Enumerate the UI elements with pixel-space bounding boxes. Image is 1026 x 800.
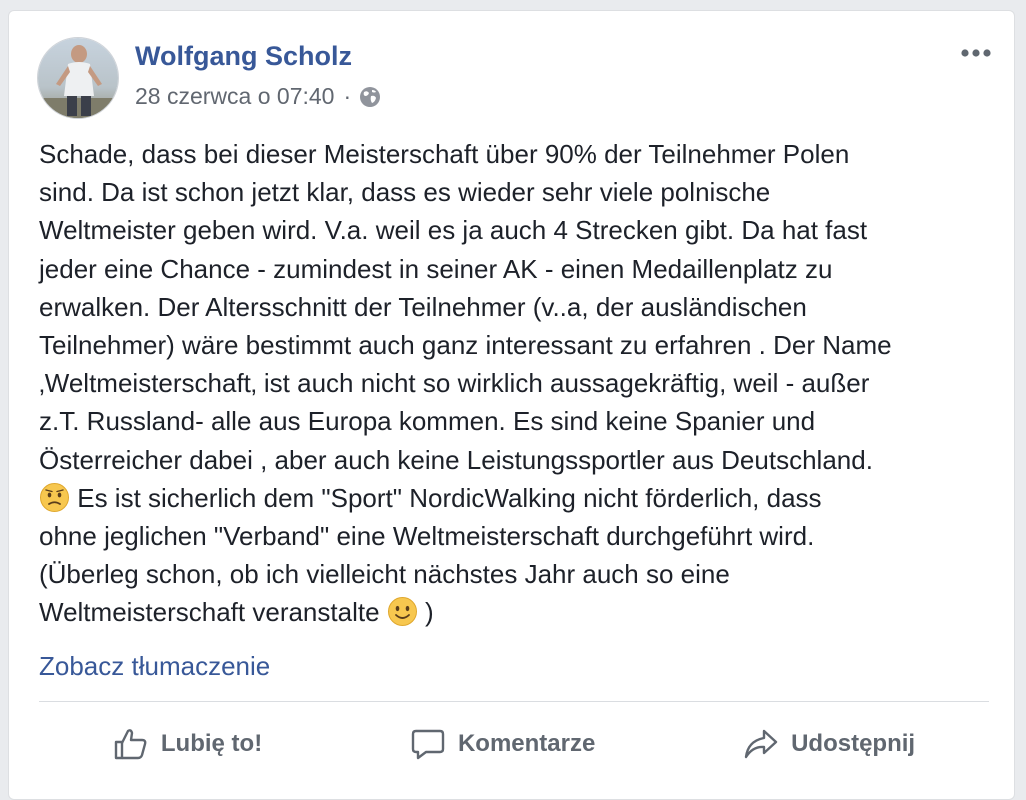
post-text-line: Weltmeister geben wird. V.a. weil es ja … <box>39 215 868 246</box>
see-translation-link[interactable]: Zobacz tłumaczenie <box>39 651 270 682</box>
avatar[interactable] <box>37 37 119 119</box>
post-text-line: Schade, dass bei dieser Meisterschaft üb… <box>39 139 850 169</box>
post-text-line: z.T. Russland- alle aus Europa kommen. E… <box>39 406 816 437</box>
more-options-icon[interactable] <box>956 41 996 65</box>
like-label: Lubię to! <box>160 730 263 757</box>
share-button[interactable]: Udostępnij <box>743 727 915 761</box>
divider <box>39 701 989 702</box>
post-text-line: erwalken. Der Altersschnitt der Teilnehm… <box>39 291 807 322</box>
post-text-line: ohne jeglichen "Verband" eine Weltmeiste… <box>39 521 815 552</box>
post-text-line: (Überleg schon, ob ich vielleicht nächst… <box>39 559 730 590</box>
share-arrow-icon <box>743 727 779 761</box>
action-bar: Lubię to! Komentarze Udostępnij <box>39 714 989 774</box>
post-text-segment: ) <box>417 597 434 628</box>
post-text-segment: Weltmeisterschaft veranstalte <box>39 597 387 628</box>
post-text-line: Es ist sicherlich dem "Sport" NordicWalk… <box>39 479 999 517</box>
post-text-line: ‚Weltmeisterschaft‚ ist auch nicht so wi… <box>39 368 870 399</box>
author-name[interactable]: Wolfgang Scholz <box>135 41 352 72</box>
post-text-line: Teilnehmer) wäre bestimmt auch ganz inte… <box>39 330 892 361</box>
post-meta: 28 czerwca o 07:40 · <box>135 83 381 110</box>
post-card: Wolfgang Scholz 28 czerwca o 07:40 · Sch… <box>8 10 1015 800</box>
comment-button[interactable]: Komentarze <box>410 727 595 761</box>
slightly-smiling-face-emoji <box>387 596 418 627</box>
like-button[interactable]: Lubię to! <box>113 727 262 761</box>
post-timestamp[interactable]: 28 czerwca o 07:40 <box>135 83 334 110</box>
share-label: Udostępnij <box>791 730 916 757</box>
post-text: Schade, dass bei dieser Meisterschaft üb… <box>39 135 999 632</box>
post-text-line: Österreicher dabei , aber auch keine Lei… <box>39 444 873 475</box>
comment-label: Komentarze <box>457 730 596 757</box>
post-text-line: sind. Da ist schon jetzt klar, dass es w… <box>39 177 771 208</box>
speech-bubble-icon <box>410 727 446 761</box>
meta-separator: · <box>343 83 352 109</box>
post-text-line: jeder eine Chance - zumindest in seiner … <box>39 253 833 284</box>
worried-face-emoji <box>39 482 70 513</box>
avatar-photo <box>38 38 118 118</box>
thumbs-up-icon <box>113 727 149 761</box>
globe-icon[interactable] <box>359 86 381 108</box>
post-text-segment: Es ist sicherlich dem "Sport" NordicWalk… <box>70 482 822 513</box>
post-text-line: Weltmeisterschaft veranstalte ) <box>39 593 999 631</box>
